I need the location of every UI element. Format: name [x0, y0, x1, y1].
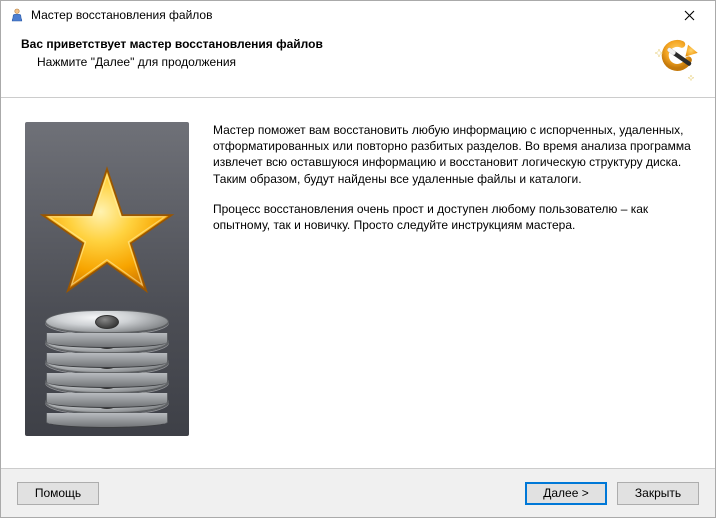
title-bar: Мастер восстановления файлов	[1, 1, 715, 29]
magic-wand-icon	[651, 37, 699, 85]
disk-stack-icon	[45, 294, 169, 414]
help-button[interactable]: Помощь	[17, 482, 99, 505]
window-close-button[interactable]	[669, 3, 709, 27]
next-button[interactable]: Далее >	[525, 482, 607, 505]
body-paragraph-2: Процесс восстановления очень прост и дос…	[213, 201, 691, 233]
close-button[interactable]: Закрыть	[617, 482, 699, 505]
wizard-content: Мастер поможет вам восстановить любую ин…	[1, 98, 715, 469]
window-title: Мастер восстановления файлов	[31, 8, 669, 22]
app-icon	[9, 7, 25, 23]
wizard-header-text: Вас приветствует мастер восстановления ф…	[21, 37, 651, 69]
wizard-body-text: Мастер поможет вам восстановить любую ин…	[213, 122, 691, 458]
wizard-header: Вас приветствует мастер восстановления ф…	[1, 29, 715, 98]
wizard-illustration	[25, 122, 189, 436]
close-icon	[684, 10, 695, 21]
body-paragraph-1: Мастер поможет вам восстановить любую ин…	[213, 122, 691, 187]
wizard-subtitle: Нажмите "Далее" для продолжения	[37, 55, 651, 69]
wizard-footer: Помощь Далее > Закрыть	[1, 469, 715, 517]
star-icon	[37, 162, 177, 302]
wizard-heading: Вас приветствует мастер восстановления ф…	[21, 37, 651, 51]
